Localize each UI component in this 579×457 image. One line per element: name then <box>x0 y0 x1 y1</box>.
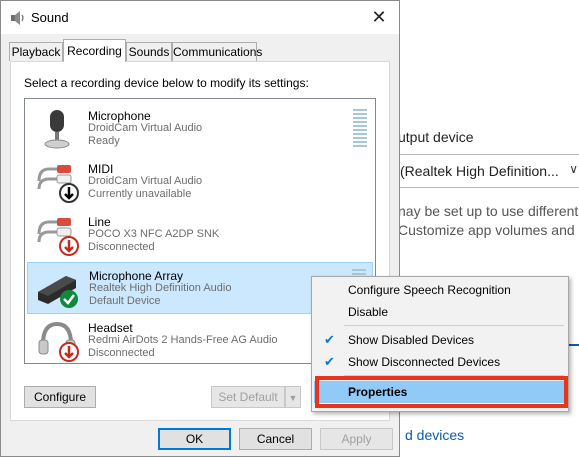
menu-item-label: Configure Speech Recognition <box>348 283 511 297</box>
tab-playback[interactable]: Playback <box>9 42 63 61</box>
device-status: Currently unavailable <box>88 188 192 200</box>
list-item[interactable]: Microphone DroidCam Virtual Audio Ready <box>27 103 373 155</box>
device-driver: Realtek High Definition Audio <box>89 282 232 294</box>
device-name: Line <box>88 215 111 229</box>
audio-jack-icon <box>37 165 79 203</box>
device-status: Ready <box>88 135 120 147</box>
instruction-text: Select a recording device below to modif… <box>24 76 309 90</box>
configure-button[interactable]: Configure <box>24 386 96 408</box>
menu-separator <box>344 325 564 326</box>
description-text-2: Customize app volumes and <box>398 222 575 238</box>
list-item[interactable]: Line POCO X3 NFC A2DP SNK Disconnected <box>27 209 373 261</box>
devices-link[interactable]: d devices <box>405 427 464 443</box>
device-driver: Redmi AirDots 2 Hands-Free AG Audio <box>88 334 278 346</box>
menu-item-disable[interactable]: Disable <box>314 301 566 323</box>
microphone-array-icon <box>38 276 78 308</box>
apply-button[interactable]: Apply <box>320 428 393 450</box>
level-meter <box>353 109 367 149</box>
device-name: Headset <box>88 321 133 335</box>
chevron-down-icon: ▼ <box>288 393 298 403</box>
device-status: Disconnected <box>88 241 155 253</box>
device-name: Microphone Array <box>89 269 184 283</box>
list-item[interactable]: MIDI DroidCam Virtual Audio Currently un… <box>27 156 373 208</box>
tab-sounds[interactable]: Sounds <box>126 42 172 61</box>
menu-item-show-disabled[interactable]: ✔ Show Disabled Devices <box>314 329 566 351</box>
tab-communications[interactable]: Communications <box>172 42 262 61</box>
device-driver: DroidCam Virtual Audio <box>88 175 203 187</box>
menu-item-label: Disable <box>348 305 389 319</box>
output-device-label: utput device <box>398 129 474 145</box>
cancel-button[interactable]: Cancel <box>239 428 312 450</box>
ok-button[interactable]: OK <box>158 428 231 450</box>
device-name: Microphone <box>88 109 151 123</box>
checkmark-icon: ✔ <box>324 354 335 369</box>
checkmark-icon: ✔ <box>324 332 335 347</box>
set-default-dropdown[interactable]: ▼ <box>285 386 301 408</box>
menu-item-show-disconnected[interactable]: ✔ Show Disconnected Devices <box>314 351 566 373</box>
menu-item-label: Show Disabled Devices <box>348 333 475 347</box>
device-driver: POCO X3 NFC A2DP SNK <box>88 228 220 240</box>
output-device-value: (Realtek High Definition... <box>400 163 559 179</box>
audio-jack-icon <box>37 218 79 256</box>
chevron-down-icon: ∨ <box>569 162 578 176</box>
close-button[interactable]: ✕ <box>359 1 399 34</box>
device-status: Disconnected <box>88 347 155 359</box>
menu-item-configure-speech[interactable]: Configure Speech Recognition <box>314 279 566 301</box>
tab-recording[interactable]: Recording <box>63 39 126 62</box>
title-bar[interactable]: Sound ✕ <box>1 1 399 34</box>
microphone-icon <box>44 110 70 149</box>
headset-icon <box>38 321 79 362</box>
speaker-icon <box>11 11 24 25</box>
highlight-annotation-box <box>315 376 568 408</box>
device-name: MIDI <box>88 162 114 176</box>
set-default-button[interactable]: Set Default <box>211 386 285 408</box>
menu-item-label: Show Disconnected Devices <box>348 355 501 369</box>
device-driver: DroidCam Virtual Audio <box>88 122 203 134</box>
description-text-1: nay be set up to use different <box>398 203 579 219</box>
output-device-dropdown[interactable]: (Realtek High Definition... ∨ <box>389 154 579 188</box>
dialog-title: Sound <box>31 10 69 25</box>
device-status: Default Device <box>89 295 161 307</box>
